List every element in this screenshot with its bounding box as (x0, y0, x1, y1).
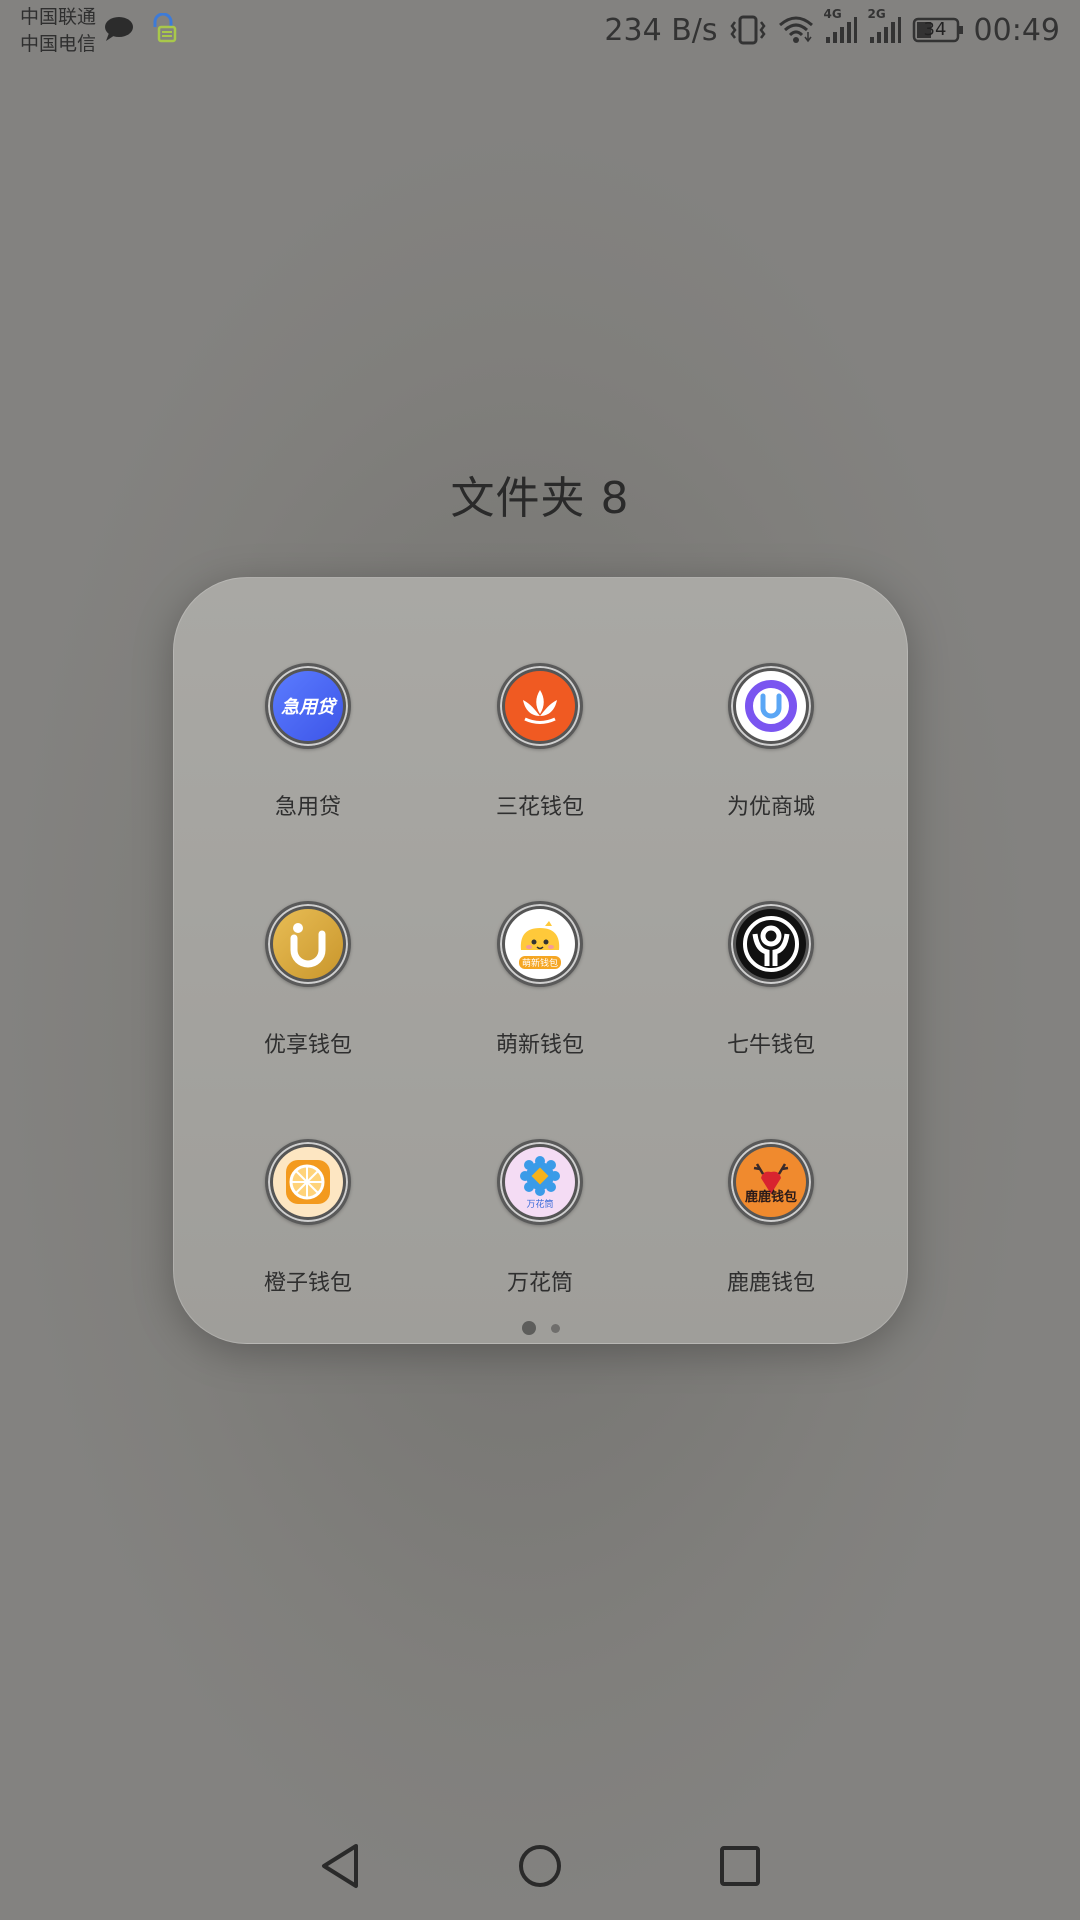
back-button[interactable] (310, 1836, 370, 1896)
app-label: 为优商城 (726, 795, 815, 820)
carrier-1: 中国联通 (20, 6, 97, 28)
wifi-icon (778, 15, 814, 45)
jiyongdai-icon-text: 急用贷 (281, 697, 335, 718)
app-sanhua[interactable]: 三花钱包 (425, 663, 655, 843)
app-qiniu[interactable]: 七牛钱包 (656, 901, 886, 1081)
app-weiyou[interactable]: 为优商城 (656, 663, 886, 843)
wanhuatong-icon[interactable]: 万花筒 (497, 1139, 583, 1225)
status-right: 234 B/s 4G 2G 34 00:49 (604, 7, 1060, 52)
net-speed: 234 B/s (604, 12, 718, 48)
home-icon (519, 1845, 561, 1887)
lulu-icon[interactable]: 鹿鹿钱包 (728, 1139, 814, 1225)
app-jiyongdai[interactable]: 急用贷 急用贷 (193, 663, 423, 843)
recents-icon (720, 1846, 760, 1886)
wanhuatong-icon-text: 万花筒 (526, 1199, 554, 1210)
mengxin-icon[interactable]: 萌新钱包 (497, 901, 583, 987)
app-label: 急用贷 (274, 795, 341, 820)
battery-icon: 34 (912, 16, 964, 44)
cell-signal-1: 4G (824, 7, 858, 45)
app-label: 鹿鹿钱包 (726, 1271, 815, 1296)
status-left-icons (103, 12, 179, 49)
lulu-icon-text: 鹿鹿钱包 (744, 1189, 797, 1205)
weiyou-icon[interactable] (728, 663, 814, 749)
folder-panel: 急用贷 急用贷 三花钱包 为优商城 优享钱包 萌新钱包 萌新钱包 七牛钱包 橙子… (173, 577, 908, 1344)
carrier-2: 中国电信 (20, 33, 97, 55)
app-grid: 急用贷 急用贷 三花钱包 为优商城 优享钱包 萌新钱包 萌新钱包 七牛钱包 橙子… (174, 578, 907, 1343)
clock: 00:49 (973, 12, 1060, 48)
battery-level: 34 (923, 19, 947, 40)
app-label: 万花筒 (506, 1271, 573, 1296)
recents-button[interactable] (710, 1836, 770, 1896)
navigation-bar (0, 1812, 1080, 1920)
page-indicator[interactable] (174, 1321, 907, 1335)
app-label: 七牛钱包 (726, 1033, 815, 1058)
home-button[interactable] (510, 1836, 570, 1896)
message-bubble-icon (103, 15, 135, 47)
back-icon (322, 1844, 358, 1888)
vibrate-icon (728, 14, 768, 46)
youxiang-icon[interactable] (265, 901, 351, 987)
chengzi-icon[interactable] (265, 1139, 351, 1225)
jiyongdai-icon[interactable]: 急用贷 (265, 663, 351, 749)
signal-1-type: 4G (823, 7, 842, 21)
app-wanhuatong[interactable]: 万花筒 万花筒 (425, 1139, 655, 1319)
sanhua-icon[interactable] (497, 663, 583, 749)
signal-2-type: 2G (867, 7, 886, 21)
folder-title[interactable]: 文件夹 8 (0, 462, 1080, 526)
status-bar: 中国联通 中国电信 234 B/s 4G 2G 34 00:49 (0, 0, 1080, 62)
app-mengxin[interactable]: 萌新钱包 萌新钱包 (425, 901, 655, 1081)
page-dot-active[interactable] (521, 1321, 536, 1335)
carrier-info: 中国联通 中国电信 (20, 4, 96, 58)
app-label: 橙子钱包 (263, 1271, 352, 1296)
page-dot[interactable] (550, 1323, 560, 1333)
app-label: 三花钱包 (495, 795, 584, 820)
qiniu-icon[interactable] (728, 901, 814, 987)
app-youxiang[interactable]: 优享钱包 (193, 901, 423, 1081)
cell-signal-2: 2G (868, 7, 902, 45)
app-label: 萌新钱包 (495, 1033, 584, 1058)
app-lulu[interactable]: 鹿鹿钱包 鹿鹿钱包 (656, 1139, 886, 1319)
app-chengzi[interactable]: 橙子钱包 (193, 1139, 423, 1319)
mengxin-icon-text: 萌新钱包 (518, 955, 561, 969)
vpn-lock-icon (149, 12, 179, 49)
app-label: 优享钱包 (263, 1033, 352, 1058)
